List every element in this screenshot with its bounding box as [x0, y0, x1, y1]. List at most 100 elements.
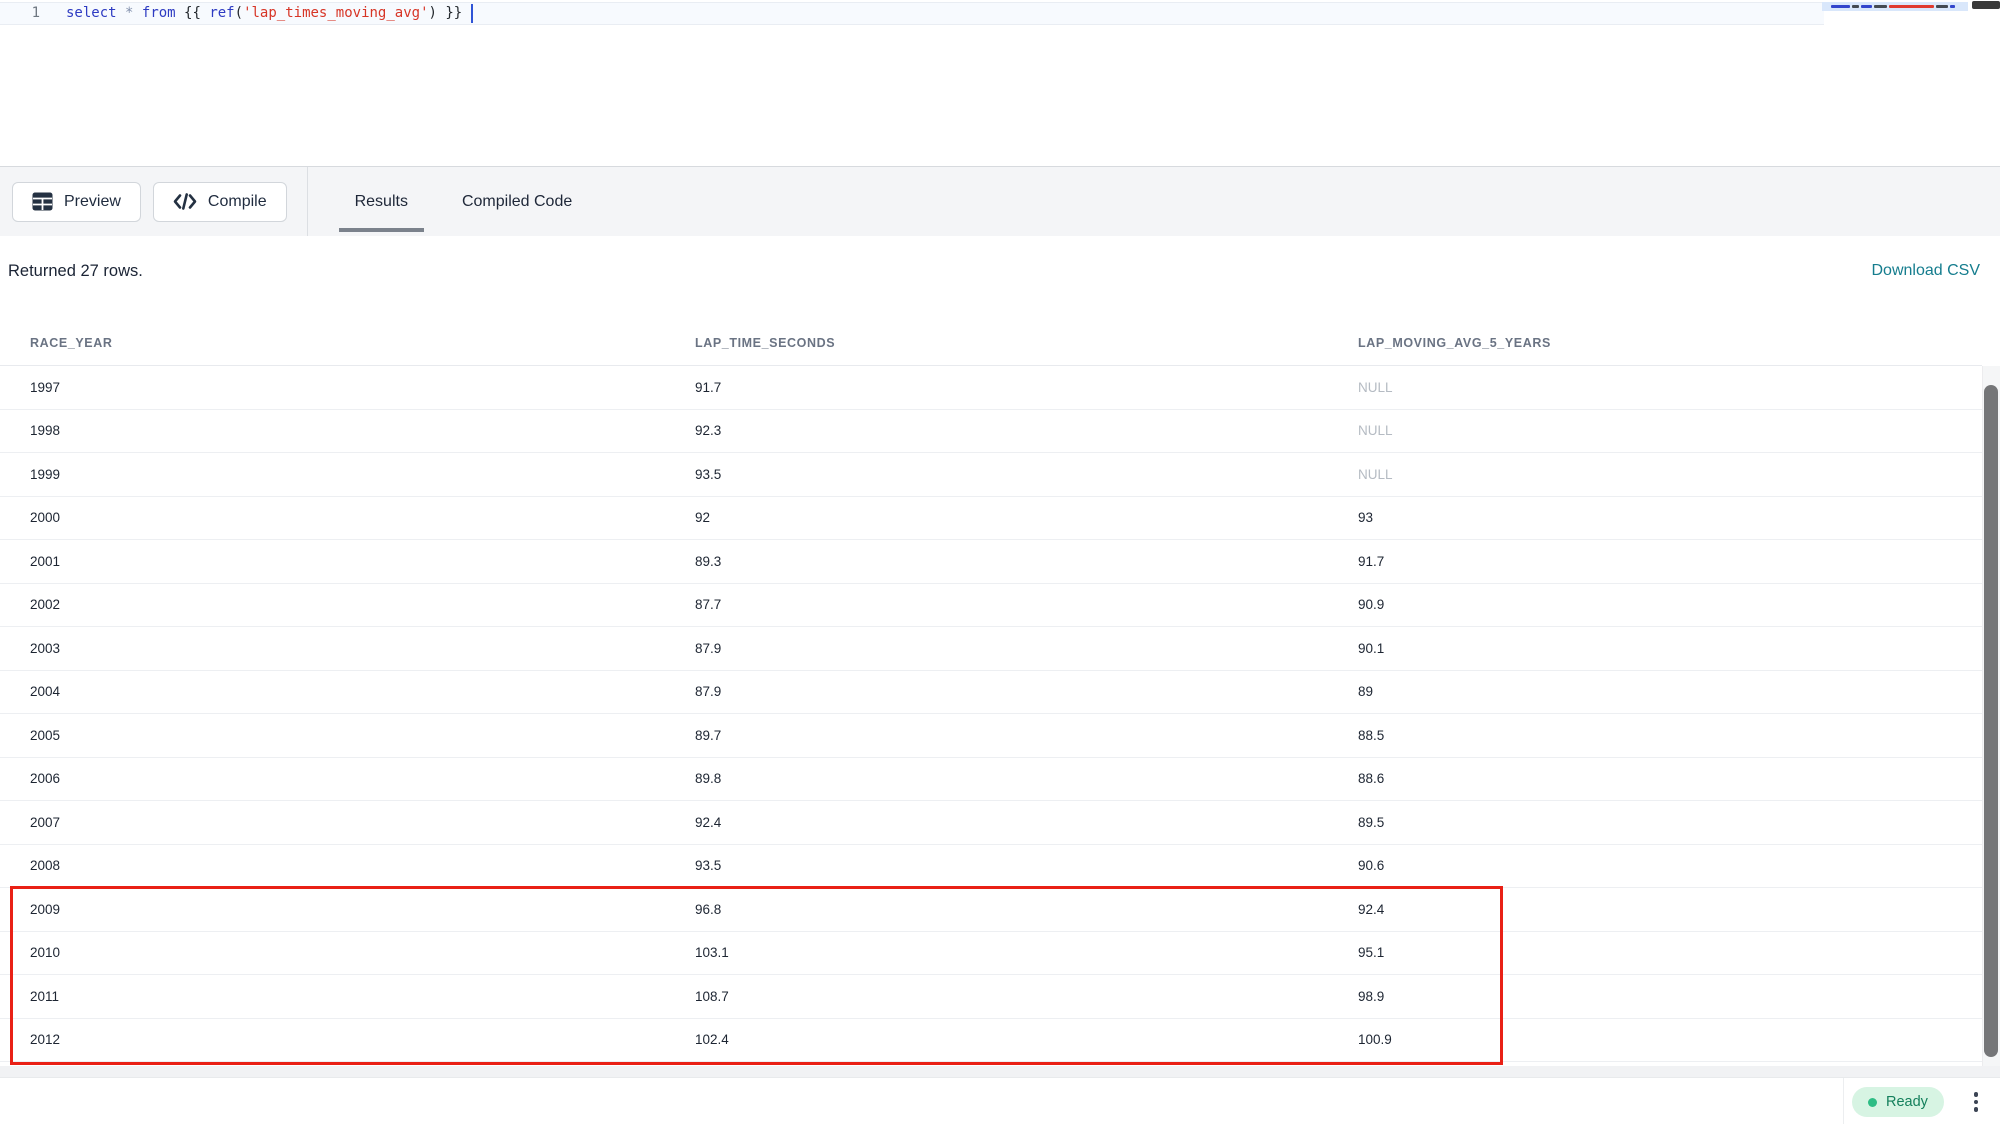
compile-button[interactable]: Compile — [153, 182, 287, 222]
table-row: 200792.489.5 — [0, 801, 1982, 845]
code-line[interactable]: 1 select * from {{ ref('lap_times_moving… — [0, 3, 473, 24]
cell-lap-moving-avg-5-years: 90.1 — [1358, 641, 1982, 656]
cell-lap-time-seconds: 92 — [695, 510, 1358, 525]
cell-lap-time-seconds: 96.8 — [695, 902, 1358, 917]
status-bar: Ready — [0, 1077, 2000, 1124]
cell-lap-moving-avg-5-years: 89 — [1358, 684, 1982, 699]
cell-lap-moving-avg-5-years: 88.5 — [1358, 728, 1982, 743]
table-row: 199791.7NULL — [0, 366, 1982, 410]
ready-dot-icon — [1868, 1098, 1877, 1107]
cell-lap-time-seconds: 91.7 — [695, 380, 1358, 395]
cell-race-year: 2009 — [0, 902, 695, 917]
column-header-lap-time-seconds: LAP_TIME_SECONDS — [695, 336, 1358, 350]
table-row: 2010103.195.1 — [0, 932, 1982, 976]
table-body: 199791.7NULL199892.3NULL199993.5NULL2000… — [0, 366, 1982, 1062]
table-header-row: RACE_YEAR LAP_TIME_SECONDS LAP_MOVING_AV… — [0, 320, 1982, 366]
tab-results-label: Results — [355, 193, 408, 211]
ide-window: 1 select * from {{ ref('lap_times_moving… — [0, 0, 2000, 1124]
cell-race-year: 2008 — [0, 858, 695, 873]
results-meta: Returned 27 rows. Download CSV — [0, 236, 2000, 320]
tab-compiled-code[interactable]: Compiled Code — [435, 167, 599, 237]
cell-race-year: 2000 — [0, 510, 695, 525]
cell-lap-time-seconds: 93.5 — [695, 467, 1358, 482]
cell-race-year: 2005 — [0, 728, 695, 743]
row-count-summary: Returned 27 rows. — [8, 262, 143, 281]
column-header-race-year: RACE_YEAR — [0, 336, 695, 350]
cell-lap-time-seconds: 87.7 — [695, 597, 1358, 612]
results-table: RACE_YEAR LAP_TIME_SECONDS LAP_MOVING_AV… — [0, 320, 1982, 1062]
table-row: 199993.5NULL — [0, 453, 1982, 497]
cell-race-year: 2004 — [0, 684, 695, 699]
cell-lap-moving-avg-5-years: 88.6 — [1358, 771, 1982, 786]
table-row: 200689.888.6 — [0, 758, 1982, 802]
table-row: 200189.391.7 — [0, 540, 1982, 584]
cell-race-year: 2002 — [0, 597, 695, 612]
cell-lap-moving-avg-5-years: 90.9 — [1358, 597, 1982, 612]
cell-lap-time-seconds: 89.3 — [695, 554, 1358, 569]
cell-race-year: 2010 — [0, 945, 695, 960]
cell-lap-moving-avg-5-years: 89.5 — [1358, 815, 1982, 830]
cell-lap-time-seconds: 108.7 — [695, 989, 1358, 1004]
kebab-menu-icon[interactable] — [1968, 1086, 1984, 1118]
cell-lap-moving-avg-5-years: NULL — [1358, 467, 1982, 482]
cell-race-year: 2007 — [0, 815, 695, 830]
table-row: 200996.892.4 — [0, 888, 1982, 932]
status-badge: Ready — [1852, 1087, 1944, 1117]
cell-lap-moving-avg-5-years: 92.4 — [1358, 902, 1982, 917]
table-row: 200589.788.5 — [0, 714, 1982, 758]
cell-lap-moving-avg-5-years: 90.6 — [1358, 858, 1982, 873]
cell-lap-moving-avg-5-years: 91.7 — [1358, 554, 1982, 569]
cell-lap-time-seconds: 87.9 — [695, 684, 1358, 699]
cell-lap-time-seconds: 103.1 — [695, 945, 1358, 960]
code-brackets-icon — [173, 193, 197, 210]
cell-race-year: 1998 — [0, 423, 695, 438]
code-editor[interactable]: 1 select * from {{ ref('lap_times_moving… — [0, 0, 2000, 166]
cell-lap-moving-avg-5-years: NULL — [1358, 380, 1982, 395]
cell-lap-moving-avg-5-years: 100.9 — [1358, 1032, 1982, 1047]
preview-button-label: Preview — [64, 193, 121, 211]
tab-results[interactable]: Results — [328, 167, 435, 237]
cell-race-year: 2003 — [0, 641, 695, 656]
cell-lap-time-seconds: 92.3 — [695, 423, 1358, 438]
cell-lap-time-seconds: 92.4 — [695, 815, 1358, 830]
column-header-lap-moving-avg-5-years: LAP_MOVING_AVG_5_YEARS — [1358, 336, 1982, 350]
table-row: 199892.3NULL — [0, 410, 1982, 454]
cell-lap-moving-avg-5-years: 95.1 — [1358, 945, 1982, 960]
editor-minimap[interactable] — [1822, 2, 1968, 11]
line-number: 1 — [0, 3, 40, 24]
horizontal-scrollbar-track[interactable] — [0, 1066, 2000, 1077]
cell-race-year: 1999 — [0, 467, 695, 482]
table-row: 200487.989 — [0, 671, 1982, 715]
cell-race-year: 2011 — [0, 989, 695, 1004]
cell-lap-time-seconds: 89.7 — [695, 728, 1358, 743]
status-bar-divider — [1843, 1078, 1844, 1124]
cell-race-year: 2012 — [0, 1032, 695, 1047]
cell-lap-time-seconds: 102.4 — [695, 1032, 1358, 1047]
table-scrollbar-thumb[interactable] — [1984, 385, 1998, 1057]
table-row: 20009293 — [0, 497, 1982, 541]
results-tabs: Results Compiled Code — [328, 167, 600, 237]
table-row: 200387.990.1 — [0, 627, 1982, 671]
download-csv-link[interactable]: Download CSV — [1872, 262, 1981, 280]
tab-compiled-code-label: Compiled Code — [462, 193, 572, 211]
cell-lap-moving-avg-5-years: 93 — [1358, 510, 1982, 525]
cell-lap-time-seconds: 87.9 — [695, 641, 1358, 656]
toolbar-divider — [307, 167, 308, 237]
minimap-line — [1831, 5, 1955, 8]
table-row: 2012102.4100.9 — [0, 1019, 1982, 1063]
table-grid-icon — [32, 192, 53, 211]
table-row: 200893.590.6 — [0, 845, 1982, 889]
cell-lap-time-seconds: 89.8 — [695, 771, 1358, 786]
cell-lap-moving-avg-5-years: 98.9 — [1358, 989, 1982, 1004]
cell-race-year: 1997 — [0, 380, 695, 395]
cell-race-year: 2006 — [0, 771, 695, 786]
editor-scrollbar-thumb[interactable] — [1972, 1, 2000, 9]
compile-button-label: Compile — [208, 193, 267, 211]
cell-race-year: 2001 — [0, 554, 695, 569]
code-line-content[interactable]: select * from {{ ref('lap_times_moving_a… — [66, 3, 462, 24]
preview-button[interactable]: Preview — [12, 182, 141, 222]
cell-lap-moving-avg-5-years: NULL — [1358, 423, 1982, 438]
results-toolbar: Preview Compile Results Compiled Code — [0, 166, 2000, 236]
text-cursor — [471, 4, 473, 23]
table-row: 200287.790.9 — [0, 584, 1982, 628]
